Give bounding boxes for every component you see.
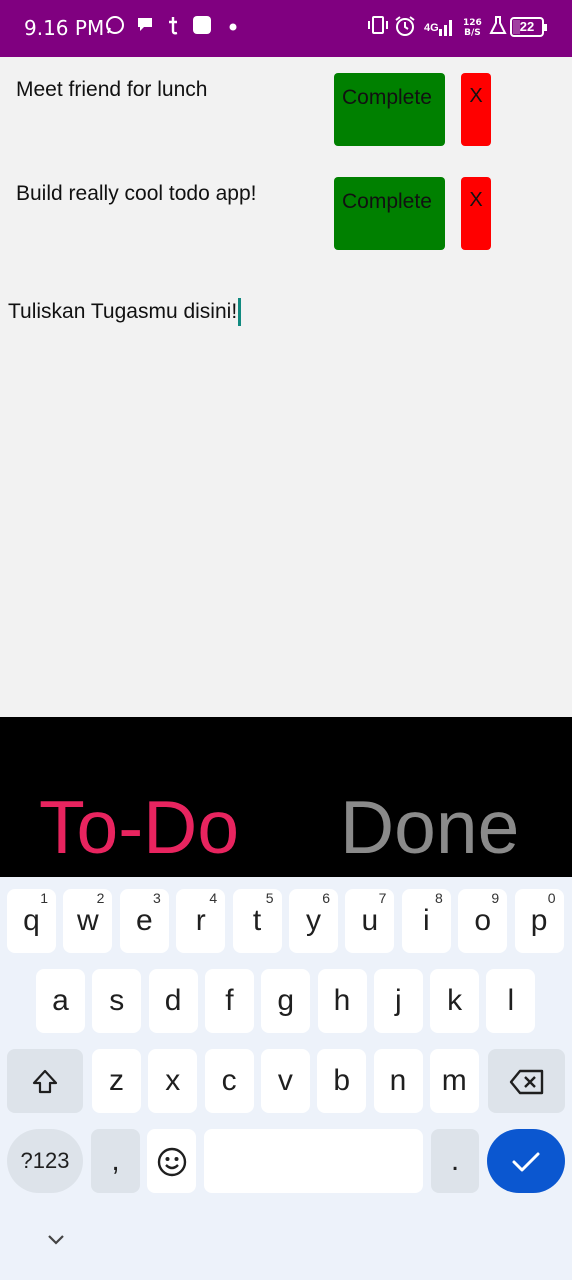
- key-label: p: [530, 904, 548, 937]
- task-input-value: Tuliskan Tugasmu disini!: [8, 300, 238, 323]
- shift-key[interactable]: [7, 1049, 83, 1113]
- key-s[interactable]: s: [92, 969, 142, 1033]
- key-u[interactable]: u7: [345, 889, 395, 953]
- net-speed: 126 B/S: [463, 18, 482, 38]
- t-app-icon: [166, 15, 180, 41]
- key-m[interactable]: m: [429, 1049, 479, 1113]
- key-label: i: [422, 904, 430, 937]
- key-label: w: [77, 904, 99, 937]
- key-l[interactable]: l: [486, 969, 536, 1033]
- key-hint: 0: [547, 890, 556, 906]
- battery-icon: 22: [510, 17, 547, 37]
- tab-todo[interactable]: To-Do: [39, 787, 239, 867]
- soft-keyboard: q1w2e3r4t5y6u7i8o9p0 asdfghjkl zxcvbnm ?…: [0, 877, 572, 1280]
- key-g[interactable]: g: [261, 969, 311, 1033]
- key-p[interactable]: p0: [514, 889, 564, 953]
- key-n[interactable]: n: [373, 1049, 423, 1113]
- check-icon: [510, 1144, 542, 1177]
- key-hint: 3: [153, 890, 161, 906]
- battery-level: 22: [519, 19, 535, 34]
- key-y[interactable]: y6: [289, 889, 338, 953]
- flask-icon: [488, 15, 508, 41]
- whatsapp-icon: [105, 15, 125, 41]
- key-hint: 9: [491, 890, 500, 906]
- key-i[interactable]: i8: [401, 889, 451, 953]
- key-hint: 2: [96, 890, 105, 906]
- key-f[interactable]: f: [204, 969, 254, 1033]
- key-a[interactable]: a: [36, 969, 85, 1033]
- backspace-key[interactable]: [488, 1049, 565, 1113]
- key-hint: 4: [209, 890, 218, 906]
- chevron-down-icon: [44, 1235, 68, 1255]
- vibrate-icon: [366, 15, 390, 41]
- key-label: y: [306, 904, 321, 937]
- status-time: 9.16 PM: [24, 16, 105, 40]
- signal-icon: [434, 17, 456, 43]
- square-app-icon: [192, 15, 212, 41]
- todo-item: Meet friend for lunch Complete X: [0, 58, 572, 148]
- key-e[interactable]: e3: [119, 889, 169, 953]
- complete-button[interactable]: Complete: [334, 73, 445, 146]
- status-bar: 9.16 PM 4G 126 B/S 22: [0, 0, 572, 57]
- task-input[interactable]: Tuliskan Tugasmu disini!: [8, 296, 242, 328]
- key-z[interactable]: z: [92, 1049, 141, 1113]
- key-hint: 8: [435, 890, 443, 906]
- todo-text: Meet friend for lunch: [16, 78, 208, 101]
- comma-key[interactable]: ,: [91, 1129, 140, 1193]
- complete-button[interactable]: Complete: [334, 177, 445, 250]
- tab-done[interactable]: Done: [340, 787, 519, 867]
- emoji-icon: [156, 1144, 188, 1177]
- todo-text: Build really cool todo app!: [16, 182, 257, 205]
- text-cursor: [238, 298, 242, 327]
- key-label: r: [195, 904, 206, 937]
- key-hint: 5: [265, 890, 274, 906]
- key-label: u: [361, 904, 379, 937]
- key-v[interactable]: v: [260, 1049, 310, 1113]
- hide-keyboard-button[interactable]: [44, 1227, 68, 1251]
- key-label: t: [252, 904, 262, 937]
- key-hint: 6: [322, 890, 330, 906]
- key-w[interactable]: w2: [63, 889, 113, 953]
- tab-bar: To-Do Done: [0, 717, 572, 877]
- shift-icon: [30, 1064, 60, 1097]
- key-label: q: [23, 904, 40, 937]
- key-x[interactable]: x: [148, 1049, 198, 1113]
- emoji-key[interactable]: [147, 1129, 196, 1193]
- alarm-icon: [394, 15, 416, 43]
- enter-key[interactable]: [487, 1129, 565, 1193]
- dot-icon: [228, 15, 238, 41]
- symbols-key[interactable]: ?123: [7, 1129, 83, 1193]
- todo-item: Build really cool todo app! Complete X: [0, 162, 572, 252]
- key-r[interactable]: r4: [176, 889, 226, 953]
- key-hint: 1: [40, 890, 48, 906]
- space-key[interactable]: [204, 1129, 423, 1193]
- delete-button[interactable]: X: [461, 73, 491, 146]
- key-b[interactable]: b: [317, 1049, 367, 1113]
- key-t[interactable]: t5: [232, 889, 282, 953]
- delete-button[interactable]: X: [461, 177, 491, 250]
- key-label: o: [474, 904, 492, 937]
- period-key[interactable]: .: [431, 1129, 479, 1193]
- key-hint: 7: [378, 890, 387, 906]
- key-o[interactable]: o9: [458, 889, 508, 953]
- key-d[interactable]: d: [148, 969, 198, 1033]
- key-h[interactable]: h: [317, 969, 367, 1033]
- chat-icon: [136, 15, 154, 39]
- key-j[interactable]: j: [373, 969, 423, 1033]
- key-q[interactable]: q1: [7, 889, 56, 953]
- key-label: e: [135, 904, 153, 937]
- backspace-icon: [509, 1064, 545, 1097]
- key-c[interactable]: c: [204, 1049, 254, 1113]
- key-k[interactable]: k: [430, 969, 480, 1033]
